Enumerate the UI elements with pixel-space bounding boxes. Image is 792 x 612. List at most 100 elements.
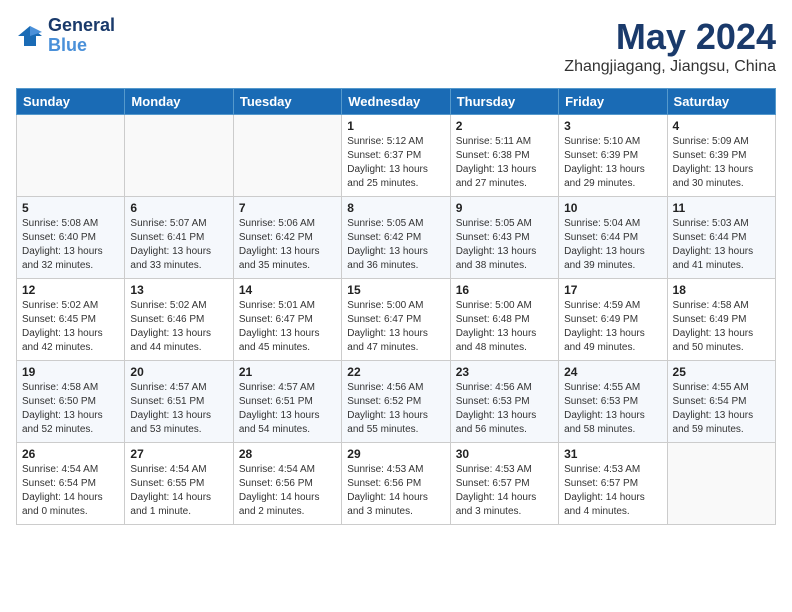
day-number: 2 — [456, 119, 553, 133]
day-info: Sunrise: 5:04 AM Sunset: 6:44 PM Dayligh… — [564, 217, 661, 273]
calendar-cell: 17 Sunrise: 4:59 AM Sunset: 6:49 PM Dayli… — [559, 279, 667, 361]
day-header-friday: Friday — [559, 89, 667, 115]
calendar-cell: 26 Sunrise: 4:54 AM Sunset: 6:54 PM Dayli… — [17, 443, 125, 525]
day-info: Sunrise: 4:53 AM Sunset: 6:57 PM Dayligh… — [564, 463, 661, 519]
day-number: 29 — [347, 447, 444, 461]
day-number: 14 — [239, 283, 336, 297]
day-number: 28 — [239, 447, 336, 461]
day-number: 25 — [673, 365, 770, 379]
day-info: Sunrise: 5:00 AM Sunset: 6:47 PM Dayligh… — [347, 299, 444, 355]
calendar-cell: 19 Sunrise: 4:58 AM Sunset: 6:50 PM Dayli… — [17, 361, 125, 443]
calendar-cell: 31Sunrise: 4:53 AM Sunset: 6:57 PM Dayli… — [559, 443, 667, 525]
day-header-saturday: Saturday — [667, 89, 775, 115]
day-number: 12 — [22, 283, 119, 297]
day-info: Sunrise: 4:56 AM Sunset: 6:52 PM Dayligh… — [347, 381, 444, 437]
day-number: 24 — [564, 365, 661, 379]
day-info: Sunrise: 5:02 AM Sunset: 6:45 PM Dayligh… — [22, 299, 119, 355]
day-number: 27 — [130, 447, 227, 461]
day-header-tuesday: Tuesday — [233, 89, 341, 115]
day-info: Sunrise: 4:53 AM Sunset: 6:57 PM Dayligh… — [456, 463, 553, 519]
day-number: 16 — [456, 283, 553, 297]
title-block: May 2024 Zhangjiagang, Jiangsu, China — [564, 16, 776, 76]
calendar-cell: 29 Sunrise: 4:53 AM Sunset: 6:56 PM Dayli… — [342, 443, 450, 525]
day-number: 26 — [22, 447, 119, 461]
day-info: Sunrise: 5:09 AM Sunset: 6:39 PM Dayligh… — [673, 135, 770, 191]
calendar-cell — [233, 115, 341, 197]
day-number: 30 — [456, 447, 553, 461]
calendar-cell — [17, 115, 125, 197]
calendar-cell: 18 Sunrise: 4:58 AM Sunset: 6:49 PM Dayli… — [667, 279, 775, 361]
day-number: 22 — [347, 365, 444, 379]
week-row: 5Sunrise: 5:08 AM Sunset: 6:40 PM Daylig… — [17, 197, 776, 279]
day-number: 15 — [347, 283, 444, 297]
week-row: 12 Sunrise: 5:02 AM Sunset: 6:45 PM Dayli… — [17, 279, 776, 361]
calendar-cell: 28 Sunrise: 4:54 AM Sunset: 6:56 PM Dayli… — [233, 443, 341, 525]
day-number: 17 — [564, 283, 661, 297]
location: Zhangjiagang, Jiangsu, China — [564, 58, 776, 76]
day-info: Sunrise: 5:10 AM Sunset: 6:39 PM Dayligh… — [564, 135, 661, 191]
day-header-sunday: Sunday — [17, 89, 125, 115]
day-info: Sunrise: 4:54 AM Sunset: 6:54 PM Dayligh… — [22, 463, 119, 519]
day-number: 20 — [130, 365, 227, 379]
day-info: Sunrise: 4:54 AM Sunset: 6:56 PM Dayligh… — [239, 463, 336, 519]
day-number: 8 — [347, 201, 444, 215]
calendar-cell: 23 Sunrise: 4:56 AM Sunset: 6:53 PM Dayli… — [450, 361, 558, 443]
day-info: Sunrise: 5:00 AM Sunset: 6:48 PM Dayligh… — [456, 299, 553, 355]
month-title: May 2024 — [564, 16, 776, 58]
calendar-cell: 13 Sunrise: 5:02 AM Sunset: 6:46 PM Dayli… — [125, 279, 233, 361]
day-info: Sunrise: 4:59 AM Sunset: 6:49 PM Dayligh… — [564, 299, 661, 355]
day-number: 9 — [456, 201, 553, 215]
day-header-thursday: Thursday — [450, 89, 558, 115]
day-info: Sunrise: 4:57 AM Sunset: 6:51 PM Dayligh… — [130, 381, 227, 437]
calendar-cell: 6Sunrise: 5:07 AM Sunset: 6:41 PM Daylig… — [125, 197, 233, 279]
day-info: Sunrise: 4:55 AM Sunset: 6:54 PM Dayligh… — [673, 381, 770, 437]
day-info: Sunrise: 5:05 AM Sunset: 6:43 PM Dayligh… — [456, 217, 553, 273]
logo-text: General Blue — [48, 16, 115, 56]
logo-icon — [16, 22, 44, 50]
day-info: Sunrise: 5:01 AM Sunset: 6:47 PM Dayligh… — [239, 299, 336, 355]
calendar-cell: 2 Sunrise: 5:11 AM Sunset: 6:38 PM Daylig… — [450, 115, 558, 197]
day-info: Sunrise: 4:55 AM Sunset: 6:53 PM Dayligh… — [564, 381, 661, 437]
page-header: General Blue May 2024 Zhangjiagang, Jian… — [16, 16, 776, 76]
week-row: 19 Sunrise: 4:58 AM Sunset: 6:50 PM Dayli… — [17, 361, 776, 443]
day-number: 13 — [130, 283, 227, 297]
calendar-cell: 20 Sunrise: 4:57 AM Sunset: 6:51 PM Dayli… — [125, 361, 233, 443]
week-row: 1Sunrise: 5:12 AM Sunset: 6:37 PM Daylig… — [17, 115, 776, 197]
calendar-cell: 5Sunrise: 5:08 AM Sunset: 6:40 PM Daylig… — [17, 197, 125, 279]
day-info: Sunrise: 5:02 AM Sunset: 6:46 PM Dayligh… — [130, 299, 227, 355]
day-info: Sunrise: 5:05 AM Sunset: 6:42 PM Dayligh… — [347, 217, 444, 273]
day-info: Sunrise: 5:06 AM Sunset: 6:42 PM Dayligh… — [239, 217, 336, 273]
calendar-cell: 1Sunrise: 5:12 AM Sunset: 6:37 PM Daylig… — [342, 115, 450, 197]
calendar-cell: 15 Sunrise: 5:00 AM Sunset: 6:47 PM Dayli… — [342, 279, 450, 361]
day-info: Sunrise: 4:54 AM Sunset: 6:55 PM Dayligh… — [130, 463, 227, 519]
day-number: 19 — [22, 365, 119, 379]
day-info: Sunrise: 4:53 AM Sunset: 6:56 PM Dayligh… — [347, 463, 444, 519]
day-number: 4 — [673, 119, 770, 133]
calendar-cell: 22 Sunrise: 4:56 AM Sunset: 6:52 PM Dayli… — [342, 361, 450, 443]
calendar-header: SundayMondayTuesdayWednesdayThursdayFrid… — [17, 89, 776, 115]
calendar-cell: 3Sunrise: 5:10 AM Sunset: 6:39 PM Daylig… — [559, 115, 667, 197]
day-number: 18 — [673, 283, 770, 297]
day-info: Sunrise: 4:56 AM Sunset: 6:53 PM Dayligh… — [456, 381, 553, 437]
day-info: Sunrise: 4:58 AM Sunset: 6:49 PM Dayligh… — [673, 299, 770, 355]
day-number: 23 — [456, 365, 553, 379]
week-row: 26 Sunrise: 4:54 AM Sunset: 6:54 PM Dayli… — [17, 443, 776, 525]
calendar-cell: 16 Sunrise: 5:00 AM Sunset: 6:48 PM Dayli… — [450, 279, 558, 361]
calendar-cell: 25 Sunrise: 4:55 AM Sunset: 6:54 PM Dayli… — [667, 361, 775, 443]
calendar-cell — [125, 115, 233, 197]
calendar-cell: 12 Sunrise: 5:02 AM Sunset: 6:45 PM Dayli… — [17, 279, 125, 361]
day-header-monday: Monday — [125, 89, 233, 115]
day-number: 10 — [564, 201, 661, 215]
day-info: Sunrise: 4:58 AM Sunset: 6:50 PM Dayligh… — [22, 381, 119, 437]
day-number: 21 — [239, 365, 336, 379]
day-number: 7 — [239, 201, 336, 215]
calendar-cell: 10 Sunrise: 5:04 AM Sunset: 6:44 PM Dayli… — [559, 197, 667, 279]
calendar-cell: 7 Sunrise: 5:06 AM Sunset: 6:42 PM Daylig… — [233, 197, 341, 279]
day-info: Sunrise: 5:12 AM Sunset: 6:37 PM Dayligh… — [347, 135, 444, 191]
day-info: Sunrise: 5:11 AM Sunset: 6:38 PM Dayligh… — [456, 135, 553, 191]
day-number: 6 — [130, 201, 227, 215]
calendar-cell: 14 Sunrise: 5:01 AM Sunset: 6:47 PM Dayli… — [233, 279, 341, 361]
day-number: 11 — [673, 201, 770, 215]
calendar-cell: 4 Sunrise: 5:09 AM Sunset: 6:39 PM Daylig… — [667, 115, 775, 197]
calendar-cell: 8 Sunrise: 5:05 AM Sunset: 6:42 PM Daylig… — [342, 197, 450, 279]
